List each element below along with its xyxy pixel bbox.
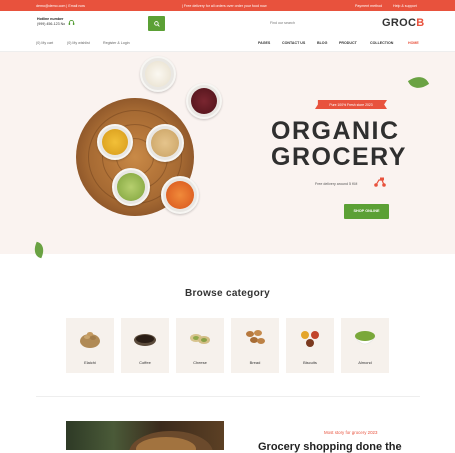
header: Hotline number (999) 456-123 No GROCB [0,11,455,35]
shop-online-button[interactable]: SHOP ONLINE [344,204,389,219]
bowl-white-beans [140,56,176,92]
promo-badge: Pure 100% Fresh store 2023 [315,100,387,109]
browse-title: Browse category [184,288,271,299]
story-title: Grocery shopping done the [258,441,402,453]
story-image [66,421,224,450]
category-label: Cheese [193,360,207,365]
search-input[interactable] [270,17,340,29]
spices-icon [298,327,322,349]
bowl-red-beans [186,83,222,119]
delivery-scooter-icon [373,177,387,187]
nav-blog[interactable]: BLOG [317,41,327,45]
bowl-corn [97,124,133,160]
wishlist-link[interactable]: (0) My wishlist [67,41,90,45]
bowl-chickpeas [146,124,184,162]
nav-row: (0) My cart (0) My wishlist Register & L… [0,35,455,52]
nav-home[interactable]: HOME [408,41,419,45]
search-button[interactable] [148,16,165,31]
logo[interactable]: GROCB [382,17,424,29]
nav-contact[interactable]: CONTACT US [282,41,305,45]
pistachio-icon [188,327,212,349]
category-card[interactable]: Elaichi [66,318,114,373]
bowl-red-lentils [161,176,199,214]
payment-link[interactable]: Payment method [355,4,382,8]
nav-collection[interactable]: COLLECTION [370,41,393,45]
section-divider [36,396,420,397]
category-card[interactable]: Biscuits [286,318,334,373]
nuts-icon [243,327,267,349]
promo-text: | Free delivery for all orders over orde… [182,3,267,8]
hotline-number[interactable]: (999) 456-123 No [37,22,65,26]
category-label: Almond [358,360,372,365]
hero-title-line2: GROCERY [271,143,407,171]
logo-accent: B [416,17,425,29]
nav-product[interactable]: PRODUCT [339,41,357,45]
coffee-icon [133,327,157,349]
cardamom-icon [78,327,102,349]
contact-link[interactable]: demo@demo.com | Email now [36,4,85,8]
category-list: Elaichi Coffee Cheese Bread Biscuits Alm… [66,318,391,373]
logo-text: GROC [382,17,417,29]
category-label: Coffee [139,360,151,365]
hero-title-line1: ORGANIC [271,117,400,145]
cart-link[interactable]: (0) My cart [36,41,53,45]
peas-icon [353,327,377,349]
category-label: Elaichi [84,360,96,365]
category-card[interactable]: Cheese [176,318,224,373]
bowl-green-peas [112,168,150,206]
help-link[interactable]: Help & support [393,4,417,8]
hotline: Hotline number (999) 456-123 No [37,17,65,27]
delivery-text: Free delivery around 5 KM [315,182,358,186]
story-kicker: Most story for grocery 2023 [324,430,378,435]
nav-pages[interactable]: PAGES [258,41,270,45]
category-label: Biscuits [303,360,317,365]
headset-icon [68,19,75,26]
search-icon [153,20,160,27]
account-link[interactable]: Register & Login [103,41,130,45]
hero-title: ORGANIC GROCERY [271,117,407,171]
category-card[interactable]: Almond [341,318,389,373]
category-card[interactable]: Bread [231,318,279,373]
category-card[interactable]: Coffee [121,318,169,373]
top-bar: demo@demo.com | Email now | Free deliver… [0,0,455,11]
category-label: Bread [249,360,261,365]
